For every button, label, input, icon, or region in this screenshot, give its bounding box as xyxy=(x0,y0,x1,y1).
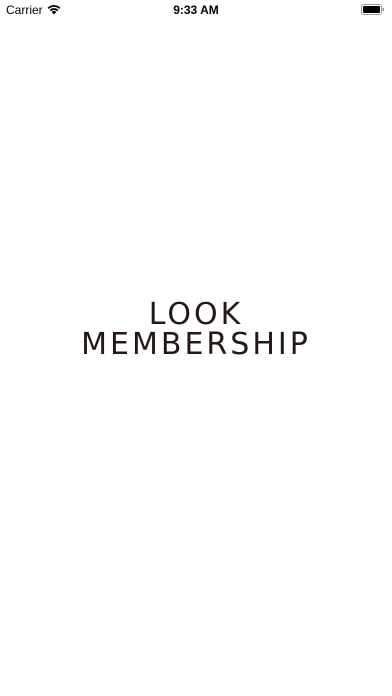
status-bar: Carrier 9:33 AM xyxy=(0,0,392,22)
status-time: 9:33 AM xyxy=(173,3,219,17)
logo-line-membership: MEMBERSHIP xyxy=(81,327,311,362)
battery-icon xyxy=(361,4,384,15)
look-membership-logo: LOOK MEMBERSHIP xyxy=(0,297,392,363)
